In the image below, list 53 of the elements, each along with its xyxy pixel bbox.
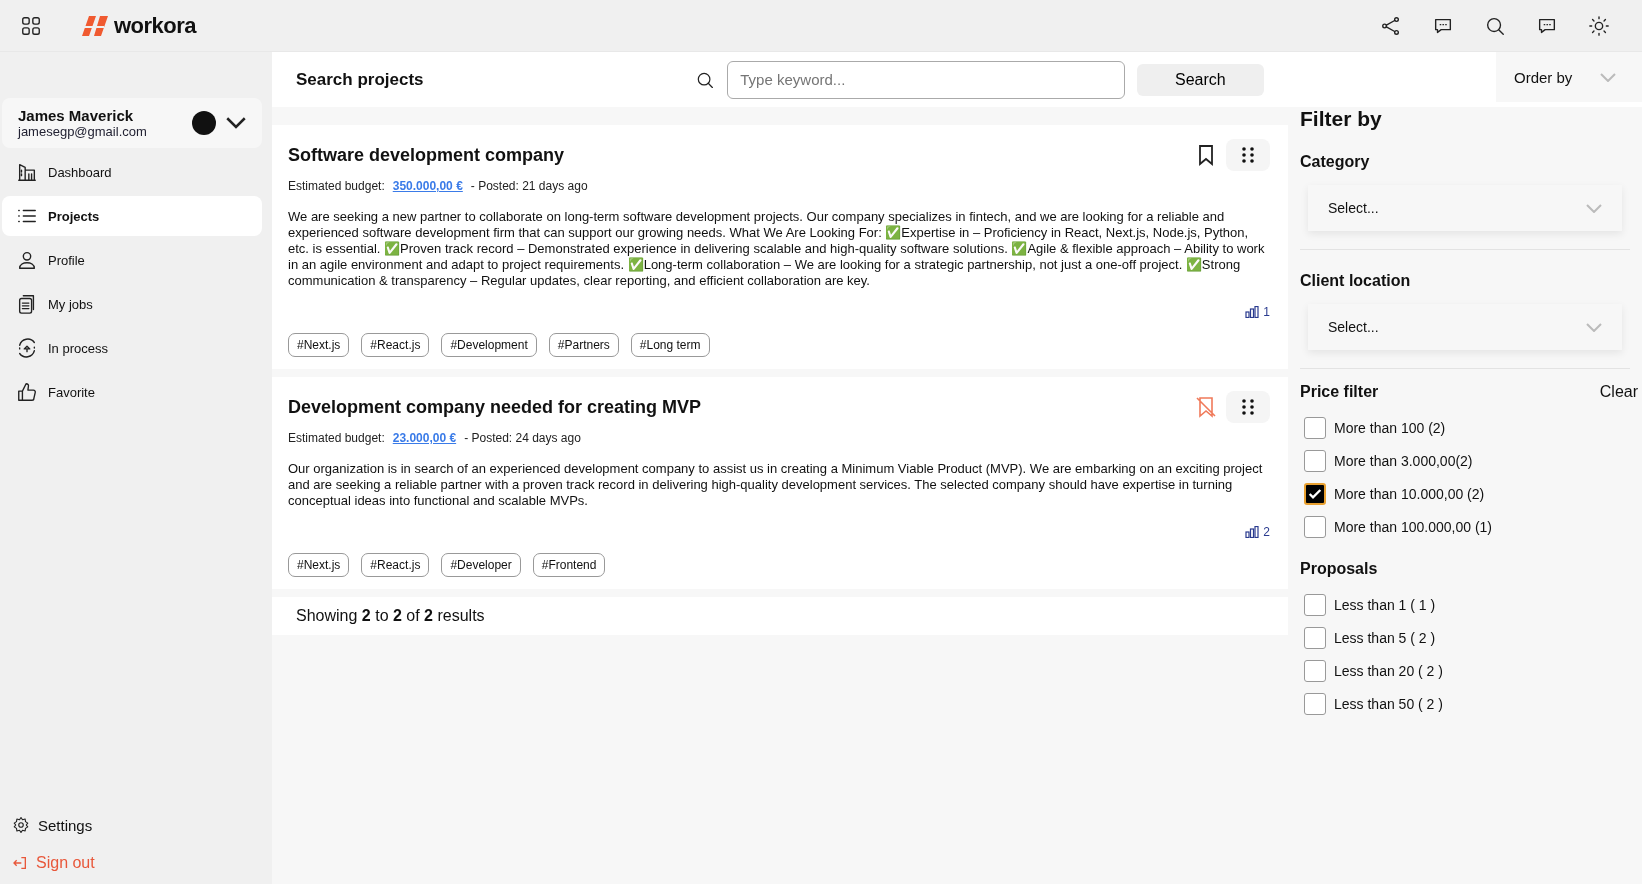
tag[interactable]: #Development <box>441 333 537 357</box>
category-select[interactable]: Select... <box>1308 185 1622 231</box>
sidebar-item[interactable]: Dashboard <box>2 152 262 192</box>
search-field[interactable]: Type keyword... <box>727 60 1125 99</box>
proposal-count: 2 <box>1263 525 1270 539</box>
budget-link[interactable]: 23.000,00 € <box>392 431 457 445</box>
project-title[interactable]: Development company needed for creating MVP <box>288 396 702 418</box>
filter-label: Client location <box>1300 272 1412 290</box>
posted-date: - Posted: 21 days ago <box>470 179 588 193</box>
sidebar-item[interactable]: My jobs <box>2 284 262 324</box>
sidebar-item[interactable]: Profile <box>2 240 262 280</box>
clear-link[interactable]: Clear <box>1599 383 1638 401</box>
order-by-dropdown[interactable]: Order by <box>1496 52 1642 102</box>
tag[interactable]: #Partners <box>548 333 619 357</box>
checkbox-label: More than 3.000,00(2) <box>1334 453 1473 469</box>
checkbox-label: Less than 50 ( 2 ) <box>1334 696 1443 712</box>
checkbox-label: More than 100.000,00 (1) <box>1334 519 1492 535</box>
search-title: Search projects <box>296 69 425 90</box>
posted-date: - Posted: 24 days ago <box>464 431 581 445</box>
location-select[interactable]: Select... <box>1308 304 1622 350</box>
tag[interactable]: #Next.js <box>288 553 350 577</box>
user-email: jamesegp@gmail.com <box>18 124 147 139</box>
budget-link[interactable]: 350.000,00 € <box>392 179 463 193</box>
checkbox-label: More than 100 (2) <box>1334 420 1446 436</box>
checkbox-label: Less than 5 ( 2 ) <box>1334 630 1436 646</box>
user-card[interactable]: James Maverick jamesegp@gmail.com <box>2 98 262 148</box>
settings-link[interactable]: Settings <box>12 816 262 834</box>
proposal-count: 1 <box>1263 305 1270 319</box>
filter-label: Category <box>1300 153 1371 171</box>
checkbox-label: Less than 1 ( 1 ) <box>1334 597 1436 613</box>
project-title[interactable]: Software development company <box>288 144 565 166</box>
user-name: James Maverick <box>18 107 135 124</box>
tag[interactable]: #React.js <box>361 333 430 357</box>
tag[interactable]: #React.js <box>361 553 430 577</box>
sidebar-item[interactable]: In process <box>2 328 262 368</box>
tag[interactable]: #Developer <box>441 553 521 577</box>
search-button[interactable]: Search <box>1136 63 1264 96</box>
checkbox-label: Less than 20 ( 2 ) <box>1334 663 1443 679</box>
filter-label: Proposals <box>1300 560 1379 578</box>
sidebar-item[interactable]: Favorite <box>2 372 262 412</box>
tag[interactable]: #Frontend <box>532 553 606 577</box>
tag[interactable]: #Next.js <box>288 333 350 357</box>
budget-label: Estimated budget: <box>288 431 385 445</box>
tag[interactable]: #Long term <box>630 333 710 357</box>
results-summary: Showing 2 to 2 of 2 results <box>272 597 1288 635</box>
filter-title: Filter by <box>1300 107 1383 131</box>
filter-label: Price filter <box>1300 383 1379 401</box>
project-description: Our organization is in search of an experienced development company to assist us in creating a Minimum Viable Product (MVP). We are embarking on an exciting project and are seeking a reliable partner with a proven track record in delivering high-quality development services. The selected company should have expertise in turning conceptual ideas into functional and scalable MVPs. <box>288 461 1264 509</box>
budget-label: Estimated budget: <box>288 179 385 193</box>
checkbox-label: More than 10.000,00 (2) <box>1334 486 1485 502</box>
project-description: We are seeking a new partner to collaborate on long-term software development projects. Our company specializes in fintech, and we are looking for a reliable and experienced software development firm that can support our growing needs. What We Are Looking For: ✅Expertise in – Proficiency in React, Next.js, Node.js, Python, etc. is essential. ✅Proven track record – Demonstrated experience in delivering scalable and high-quality software solutions. ✅Agile & flexible approach – Ability to work in an agile environment and adapt to project requirements. ✅Long-term collaboration – We are looking for a strategic partnership, not just a one-off project. ✅Strong communication & transparency – Regular updates, clear reporting, and efficient collaboration are key. <box>288 209 1266 289</box>
sidebar-item[interactable]: Projects <box>2 196 262 236</box>
logo-text: workora <box>114 12 197 39</box>
